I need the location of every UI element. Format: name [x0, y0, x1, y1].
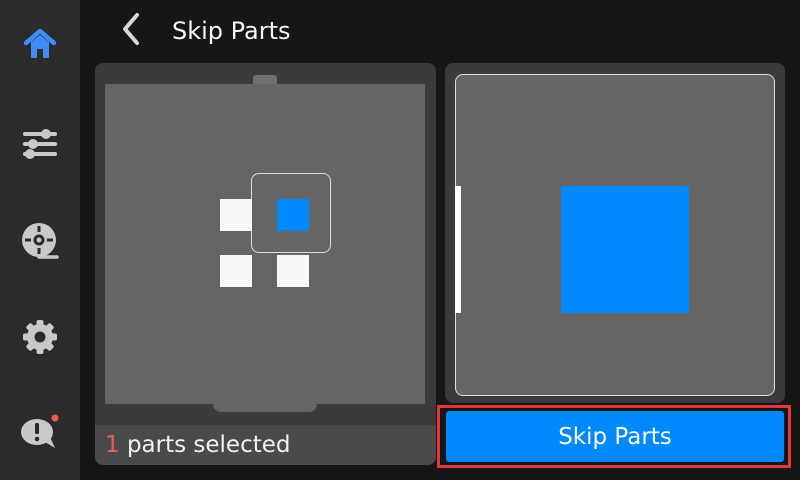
- filament-spool-icon: [20, 221, 60, 259]
- plate-part[interactable]: [220, 199, 252, 231]
- home-icon: [21, 26, 59, 62]
- sidebar-item-filament[interactable]: [0, 210, 80, 270]
- skip-parts-button[interactable]: Skip Parts: [446, 411, 784, 462]
- build-plate: [105, 84, 425, 404]
- build-plate-panel: 1 parts selected: [95, 63, 436, 465]
- page-title: Skip Parts: [172, 17, 291, 45]
- plate-part[interactable]: [277, 255, 309, 287]
- gear-icon: [21, 318, 59, 356]
- plate-part-selected[interactable]: [277, 199, 309, 231]
- sliders-icon: [21, 127, 59, 161]
- preview-scroll-handle[interactable]: [455, 186, 461, 313]
- selected-label: parts selected: [119, 432, 291, 458]
- selection-status: 1 parts selected: [105, 430, 291, 460]
- plate-handle: [213, 404, 317, 412]
- alert-message-icon: [19, 413, 61, 451]
- sidebar-item-settings[interactable]: [0, 307, 80, 367]
- selected-count: 1: [105, 432, 120, 458]
- sidebar: [0, 0, 80, 480]
- main-content: Skip Parts 1 parts selected Skip Parts: [80, 0, 800, 480]
- notification-dot: [51, 414, 59, 422]
- plate-part[interactable]: [220, 255, 252, 287]
- preview-selected-part: [561, 186, 689, 313]
- back-button[interactable]: [114, 10, 148, 52]
- selection-status-bar: 1 parts selected: [95, 425, 436, 465]
- part-preview-panel: [445, 63, 785, 403]
- sidebar-item-home[interactable]: [0, 14, 80, 74]
- header: Skip Parts: [80, 0, 800, 62]
- sidebar-item-alerts[interactable]: [0, 402, 80, 462]
- sidebar-item-controls[interactable]: [0, 114, 80, 174]
- chevron-left-icon: [120, 12, 142, 50]
- part-preview: [455, 74, 775, 396]
